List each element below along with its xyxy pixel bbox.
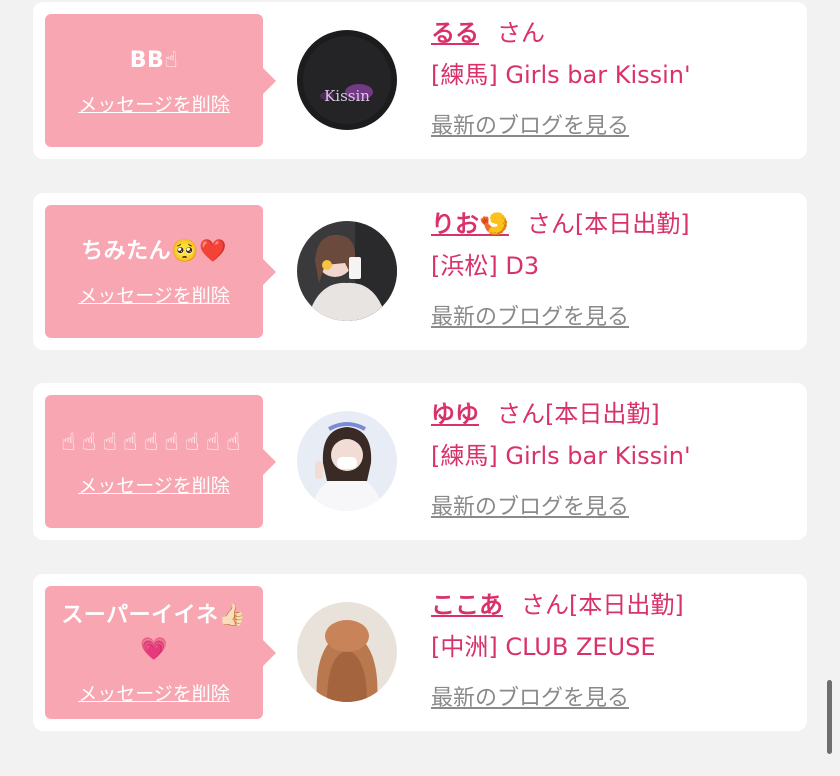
name-line: りお🍤 さん[本日出勤]	[431, 207, 797, 241]
cast-name-link[interactable]: ここあ	[431, 591, 503, 619]
avatar[interactable]	[297, 411, 397, 511]
scrollbar-thumb[interactable]	[827, 680, 832, 754]
cast-name-link[interactable]: るる	[431, 19, 479, 47]
message-card: BB☝ メッセージを削除 Kissin るる さん [練馬] Girls bar …	[33, 2, 807, 159]
avatar[interactable]	[297, 602, 397, 702]
honorific: さん[本日出勤]	[497, 400, 660, 428]
cast-name-link[interactable]: ゆゆ	[431, 400, 479, 428]
delete-message-link[interactable]: メッセージを削除	[78, 90, 230, 117]
name-line: ゆゆ さん[本日出勤]	[431, 397, 797, 431]
latest-blog-link[interactable]: 最新のブログを見る	[431, 489, 629, 521]
message-bubble: スーパーイイネ👍🏻💗 メッセージを削除	[45, 586, 276, 719]
shop-name: [浜松] D3	[431, 252, 540, 280]
latest-blog-link[interactable]: 最新のブログを見る	[431, 680, 629, 712]
cast-info: りお🍤 さん[本日出勤] [浜松] D3 最新のブログを見る	[431, 207, 797, 331]
message-text: ちみたん🥺❤️	[81, 239, 227, 264]
delete-message-link[interactable]: メッセージを削除	[78, 281, 230, 308]
message-bubble: ちみたん🥺❤️ メッセージを削除	[45, 205, 276, 338]
shop-name: [練馬] Girls bar Kissin'	[431, 442, 691, 470]
honorific: さん[本日出勤]	[521, 591, 684, 619]
message-text: ☝☝☝☝☝☝☝☝☝	[61, 428, 247, 456]
honorific: さん	[497, 19, 545, 47]
delete-message-link[interactable]: メッセージを削除	[78, 471, 230, 498]
avatar[interactable]	[297, 221, 397, 321]
delete-message-link[interactable]: メッセージを削除	[78, 679, 230, 706]
shop-name: [練馬] Girls bar Kissin'	[431, 61, 691, 89]
honorific: さん[本日出勤]	[526, 210, 690, 238]
message-text: BB☝	[129, 48, 179, 73]
message-card: スーパーイイネ👍🏻💗 メッセージを削除 ここあ さん[本日出勤] [中洲] CLU…	[33, 574, 807, 731]
latest-blog-link[interactable]: 最新のブログを見る	[431, 299, 629, 331]
shop-name: [中洲] CLUB ZEUSE	[431, 633, 656, 661]
cast-info: ゆゆ さん[本日出勤] [練馬] Girls bar Kissin' 最新のブログ…	[431, 397, 797, 521]
message-card: ちみたん🥺❤️ メッセージを削除 りお🍤 さん[本日出勤] [浜松] D3 最新の…	[33, 193, 807, 350]
name-line: ここあ さん[本日出勤]	[431, 588, 797, 622]
latest-blog-link[interactable]: 最新のブログを見る	[431, 108, 629, 140]
favorites-message-list: BB☝ メッセージを削除 Kissin るる さん [練馬] Girls bar …	[0, 0, 840, 776]
message-bubble: BB☝ メッセージを削除	[45, 14, 276, 147]
cast-info: ここあ さん[本日出勤] [中洲] CLUB ZEUSE 最新のブログを見る	[431, 588, 797, 712]
message-card: ☝☝☝☝☝☝☝☝☝ メッセージを削除 ゆゆ さん[本日出勤] [練馬] Girls…	[33, 383, 807, 540]
cast-name-link[interactable]: りお🍤	[431, 210, 509, 238]
name-line: るる さん	[431, 16, 797, 50]
avatar-logo-text: Kissin	[324, 87, 370, 105]
cast-info: るる さん [練馬] Girls bar Kissin' 最新のブログを見る	[431, 16, 797, 140]
message-bubble: ☝☝☝☝☝☝☝☝☝ メッセージを削除	[45, 395, 276, 528]
message-text: スーパーイイネ👍🏻💗	[61, 603, 247, 662]
avatar[interactable]: Kissin	[297, 30, 397, 130]
